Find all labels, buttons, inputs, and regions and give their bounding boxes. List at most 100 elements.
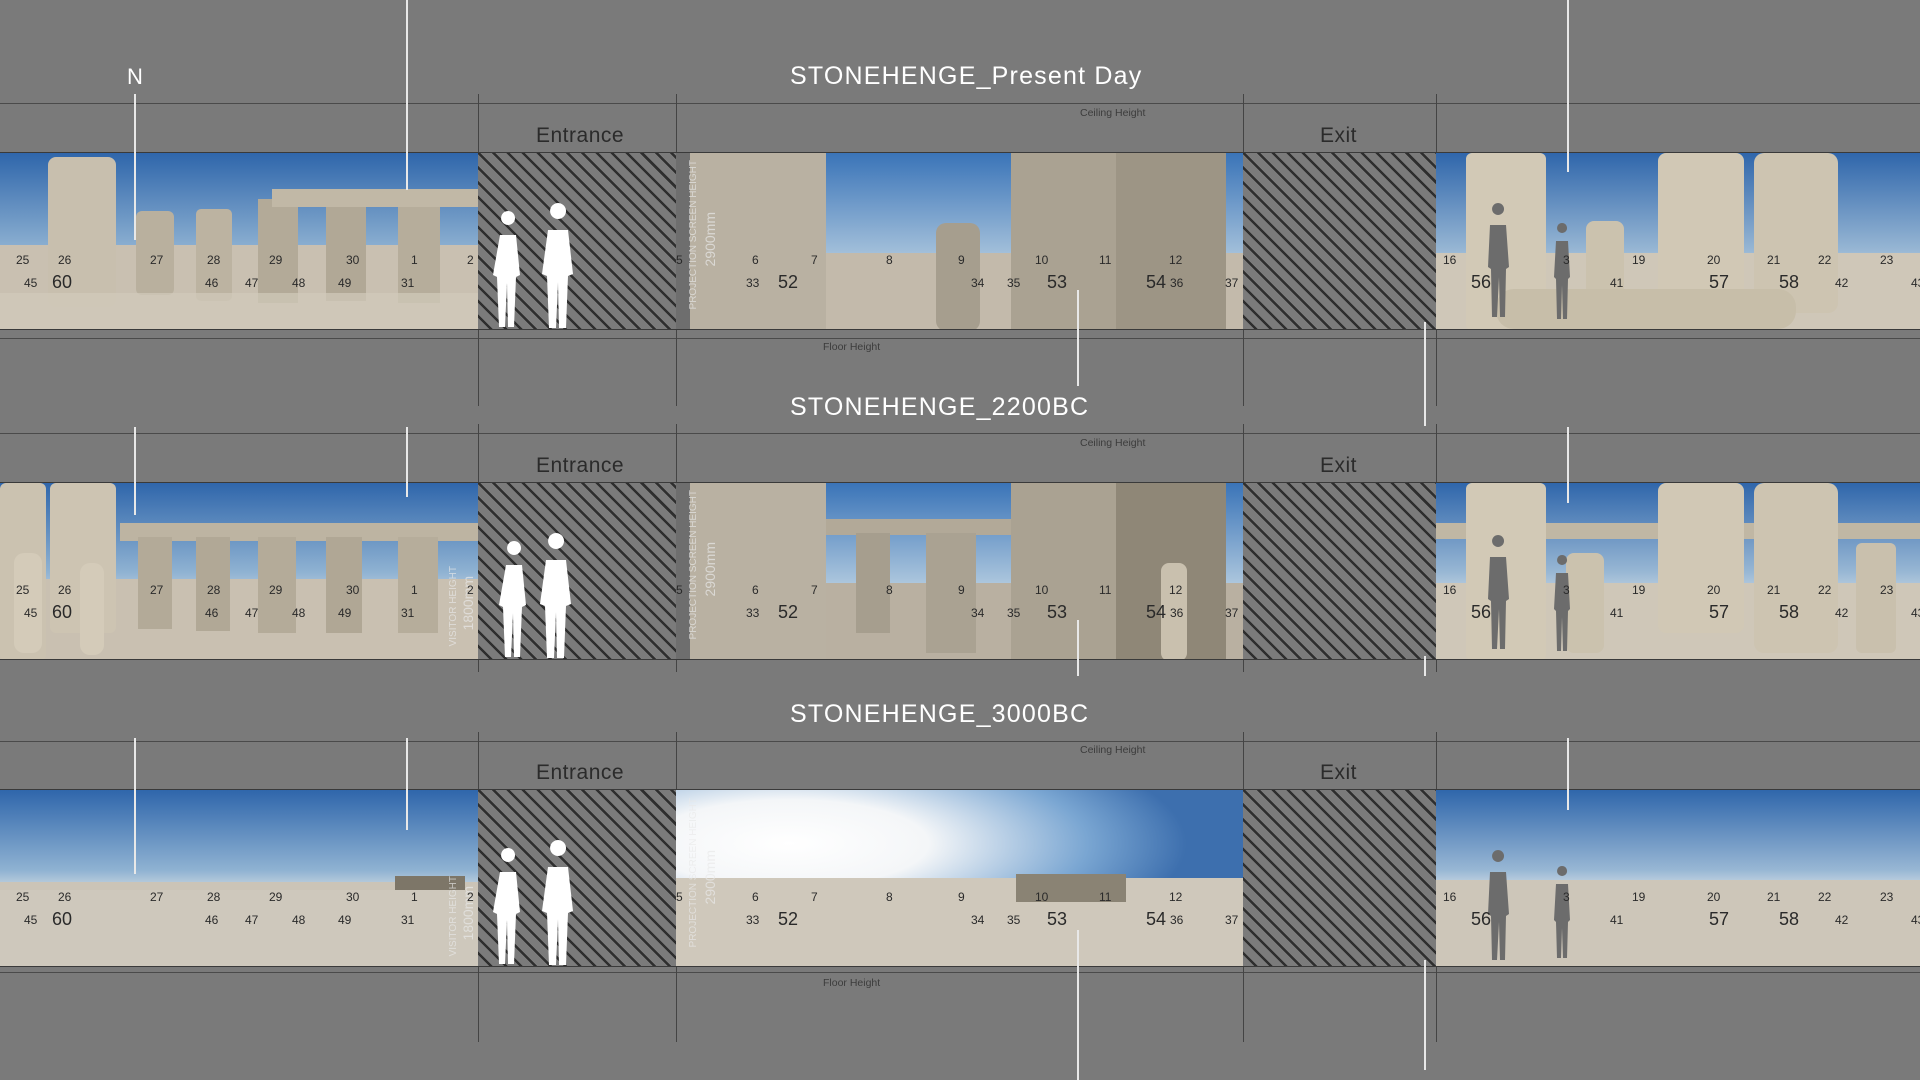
stone-panorama-illustration bbox=[1436, 153, 1920, 329]
stone-number: 8 bbox=[886, 583, 893, 597]
stone-number: 60 bbox=[52, 272, 73, 292]
alignment-line bbox=[1424, 322, 1426, 426]
ceiling-height-label: Ceiling Height bbox=[1080, 437, 1146, 449]
stone-number: 47 bbox=[245, 913, 259, 927]
projection-height-value: 2900mm bbox=[702, 850, 718, 905]
stone-number: 16 bbox=[1443, 253, 1457, 267]
stone-number: 53 bbox=[1047, 909, 1068, 929]
stone-number: 2 bbox=[467, 583, 474, 597]
projection-height-label: PROJECTION SCREEN HEIGHT bbox=[688, 798, 699, 948]
stone-number: 52 bbox=[778, 272, 799, 292]
stone-number: 22 bbox=[1818, 583, 1832, 597]
stone-number: 16 bbox=[1443, 890, 1457, 904]
stone-number: 49 bbox=[338, 606, 352, 620]
stone-number: 23 bbox=[1880, 890, 1894, 904]
stone-number: 43 bbox=[1911, 276, 1920, 290]
alignment-line bbox=[134, 94, 136, 240]
stone-number: 37 bbox=[1225, 913, 1239, 927]
stone-number: 19 bbox=[1632, 253, 1646, 267]
stone-number: 21 bbox=[1767, 253, 1781, 267]
stone-number: 19 bbox=[1632, 890, 1646, 904]
stone-number: 42 bbox=[1835, 913, 1849, 927]
panorama-panel-center bbox=[676, 790, 1243, 966]
stone-number: 47 bbox=[245, 276, 259, 290]
stone-number: 31 bbox=[401, 276, 415, 290]
projection-height-label: PROJECTION SCREEN HEIGHT bbox=[688, 490, 699, 640]
stone-number: 26 bbox=[58, 890, 72, 904]
alignment-line bbox=[406, 738, 408, 830]
panorama-panel-center bbox=[676, 153, 1243, 329]
stone-number: 34 bbox=[971, 913, 985, 927]
stone-number: 2 bbox=[467, 253, 474, 267]
stone-number: 26 bbox=[58, 583, 72, 597]
stone-number: 5 bbox=[676, 253, 683, 267]
row-title-2200bc: STONEHENGE_2200BC bbox=[790, 393, 1090, 421]
stone-number: 46 bbox=[205, 606, 219, 620]
stone-number: 25 bbox=[16, 583, 30, 597]
stone-number: 5 bbox=[676, 890, 683, 904]
row-title-present-day: STONEHENGE_Present Day bbox=[790, 62, 1143, 90]
stone-number: 8 bbox=[886, 253, 893, 267]
stone-number: 49 bbox=[338, 913, 352, 927]
entrance-hatch-zone bbox=[478, 153, 676, 329]
stone-number: 52 bbox=[778, 602, 799, 622]
stone-number: 56 bbox=[1471, 909, 1492, 929]
stone-number: 20 bbox=[1707, 253, 1721, 267]
stone-number: 46 bbox=[205, 276, 219, 290]
stone-number: 60 bbox=[52, 909, 73, 929]
alignment-line bbox=[1567, 738, 1569, 810]
entrance-label: Entrance bbox=[536, 761, 625, 784]
alignment-line bbox=[1077, 620, 1079, 676]
exit-hatch-zone bbox=[1243, 790, 1436, 966]
stone-number: 23 bbox=[1880, 583, 1894, 597]
stone-number: 53 bbox=[1047, 272, 1068, 292]
stone-number: 47 bbox=[245, 606, 259, 620]
stone-number: 10 bbox=[1035, 253, 1049, 267]
stone-number: 33 bbox=[746, 913, 760, 927]
stone-number: 9 bbox=[958, 583, 965, 597]
ceiling-line-row2 bbox=[0, 433, 1920, 434]
stone-panorama-illustration bbox=[676, 483, 1243, 659]
stone-number: 48 bbox=[292, 913, 306, 927]
stone-number: 45 bbox=[24, 276, 38, 290]
stone-number: 25 bbox=[16, 890, 30, 904]
stone-number: 28 bbox=[207, 890, 221, 904]
stone-number: 34 bbox=[971, 606, 985, 620]
floor-height-label: Floor Height bbox=[823, 341, 881, 353]
projection-height-value: 2900mm bbox=[702, 542, 718, 597]
stone-number: 28 bbox=[207, 253, 221, 267]
entrance-label: Entrance bbox=[536, 124, 625, 147]
stone-number: 48 bbox=[292, 606, 306, 620]
row-title-3000bc: STONEHENGE_3000BC bbox=[790, 700, 1090, 728]
exit-hatch-zone bbox=[1243, 483, 1436, 659]
stone-number: 6 bbox=[752, 253, 759, 267]
alignment-line bbox=[406, 427, 408, 497]
stone-panorama-illustration bbox=[676, 153, 1243, 329]
ceiling-height-label: Ceiling Height bbox=[1080, 744, 1146, 756]
exit-label: Exit bbox=[1320, 454, 1358, 477]
stone-number: 12 bbox=[1169, 583, 1183, 597]
stone-panorama-illustration bbox=[1436, 790, 1920, 966]
stone-number: 20 bbox=[1707, 583, 1721, 597]
stone-number: 52 bbox=[778, 909, 799, 929]
visitor-silhouettes bbox=[493, 203, 573, 328]
north-label: N bbox=[127, 64, 143, 89]
stone-number: 41 bbox=[1610, 913, 1624, 927]
stone-number: 43 bbox=[1911, 913, 1920, 927]
stone-number: 35 bbox=[1007, 913, 1021, 927]
stone-number: 41 bbox=[1610, 276, 1624, 290]
stone-number: 27 bbox=[150, 583, 164, 597]
stone-number: 3 bbox=[1563, 583, 1570, 597]
stone-number: 31 bbox=[401, 913, 415, 927]
stone-number: 43 bbox=[1911, 606, 1920, 620]
stone-number: 6 bbox=[752, 583, 759, 597]
stone-number: 58 bbox=[1779, 909, 1800, 929]
stone-number: 23 bbox=[1880, 253, 1894, 267]
visitor-silhouettes bbox=[499, 533, 571, 658]
stone-number: 7 bbox=[811, 583, 818, 597]
stone-number: 3 bbox=[1563, 890, 1570, 904]
stone-number: 22 bbox=[1818, 253, 1832, 267]
exit-hatch-zone bbox=[1243, 153, 1436, 329]
stone-number: 29 bbox=[269, 890, 283, 904]
alignment-line bbox=[1424, 656, 1426, 676]
